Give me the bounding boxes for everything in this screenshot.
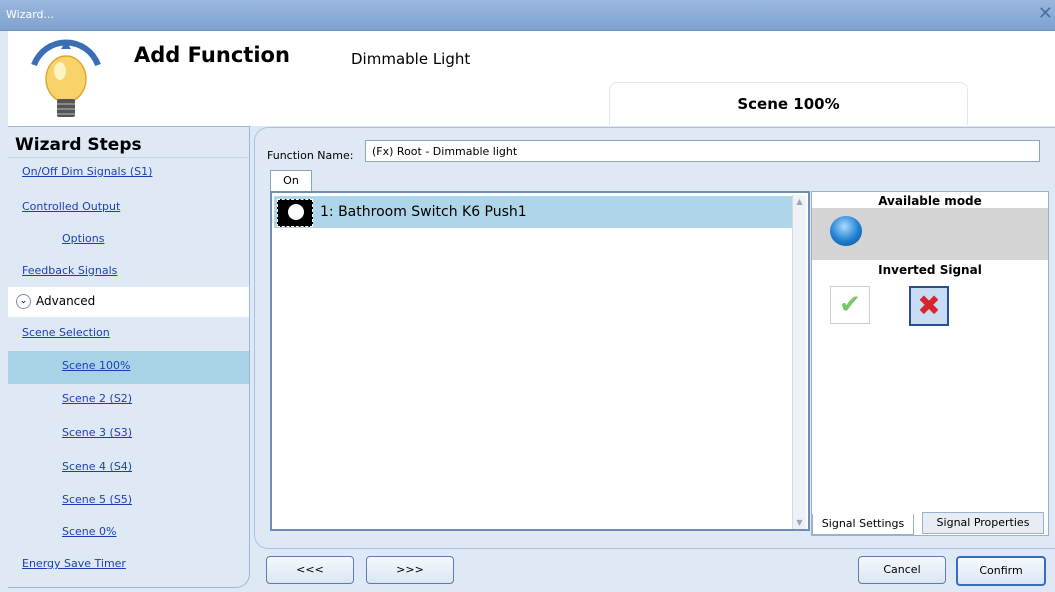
signal-settings-panel: Available mode Inverted Signal ✔ ✖ Signa… (811, 191, 1049, 536)
main-panel: Function Name: (Fx) Root - Dimmable ligh… (254, 127, 1055, 549)
window-title: Wizard... (6, 8, 55, 21)
sidebar-item-feedback-signals[interactable]: Feedback Signals (22, 264, 117, 277)
cancel-button[interactable]: Cancel (858, 556, 946, 584)
scroll-up-icon[interactable]: ▲ (793, 197, 806, 206)
confirm-button[interactable]: Confirm (956, 556, 1046, 586)
sidebar-item-scene-100[interactable]: Scene 100% (62, 359, 130, 372)
next-button[interactable]: >>> (366, 556, 454, 584)
cross-icon[interactable]: ✖ (909, 286, 949, 326)
sidebar-item-on-off-dim-signals[interactable]: On/Off Dim Signals (S1) (22, 165, 152, 178)
chevron-down-icon: ⌄ (16, 294, 31, 309)
page-subtitle: Dimmable Light (351, 50, 471, 68)
sidebar-item-scene-2[interactable]: Scene 2 (S2) (62, 392, 132, 405)
vertical-scrollbar[interactable]: ▲ ▼ (792, 195, 806, 529)
scene-tab-label: Scene 100% (737, 95, 840, 113)
push-mode-icon[interactable] (830, 216, 862, 246)
sidebar-item-options[interactable]: Options (62, 232, 104, 245)
sidebar-item-scene-4[interactable]: Scene 4 (S4) (62, 460, 132, 473)
tab-on[interactable]: On (270, 170, 312, 191)
wizard-steps-heading: Wizard Steps (15, 135, 142, 155)
title-bar: Wizard... ✕ (0, 0, 1055, 31)
signal-label: 1: Bathroom Switch K6 Push1 (320, 204, 527, 220)
function-name-label: Function Name: (267, 149, 354, 162)
wizard-steps-sidebar: Wizard Steps On/Off Dim Signals (S1) Con… (8, 126, 250, 588)
sidebar-item-scene-3[interactable]: Scene 3 (S3) (62, 426, 132, 439)
sidebar-item-energy-save-timer[interactable]: Energy Save Timer (22, 557, 126, 570)
sidebar-item-scene-0[interactable]: Scene 0% (62, 525, 116, 538)
tab-signal-settings[interactable]: Signal Settings (812, 514, 914, 535)
tab-signal-properties[interactable]: Signal Properties (922, 512, 1044, 534)
previous-button[interactable]: <<< (266, 556, 354, 584)
sidebar-item-scene-5[interactable]: Scene 5 (S5) (62, 493, 132, 506)
signal-list[interactable]: 1: Bathroom Switch K6 Push1 ▲ ▼ (270, 191, 810, 531)
page-title: Add Function (134, 43, 290, 67)
inverted-signal-label: Inverted Signal (878, 263, 982, 277)
sidebar-item-controlled-output[interactable]: Controlled Output (22, 200, 120, 213)
advanced-expander[interactable]: ⌄ Advanced (16, 294, 95, 309)
sidebar-item-scene-selection[interactable]: Scene Selection (22, 326, 110, 339)
scene-tab: Scene 100% (609, 82, 968, 125)
available-mode-label: Available mode (878, 194, 982, 208)
checkmark-icon[interactable]: ✔ (830, 286, 870, 324)
divider (8, 157, 249, 158)
advanced-label: Advanced (36, 294, 96, 308)
list-item[interactable]: 1: Bathroom Switch K6 Push1 (274, 196, 792, 228)
light-bulb-icon (31, 39, 101, 117)
push-button-icon (277, 199, 313, 227)
function-name-field[interactable]: (Fx) Root - Dimmable light (365, 140, 1040, 162)
close-icon[interactable]: ✕ (1038, 3, 1053, 24)
scroll-down-icon[interactable]: ▼ (793, 518, 806, 527)
wizard-header: Add Function Dimmable Light Scene 100% (8, 31, 1055, 126)
